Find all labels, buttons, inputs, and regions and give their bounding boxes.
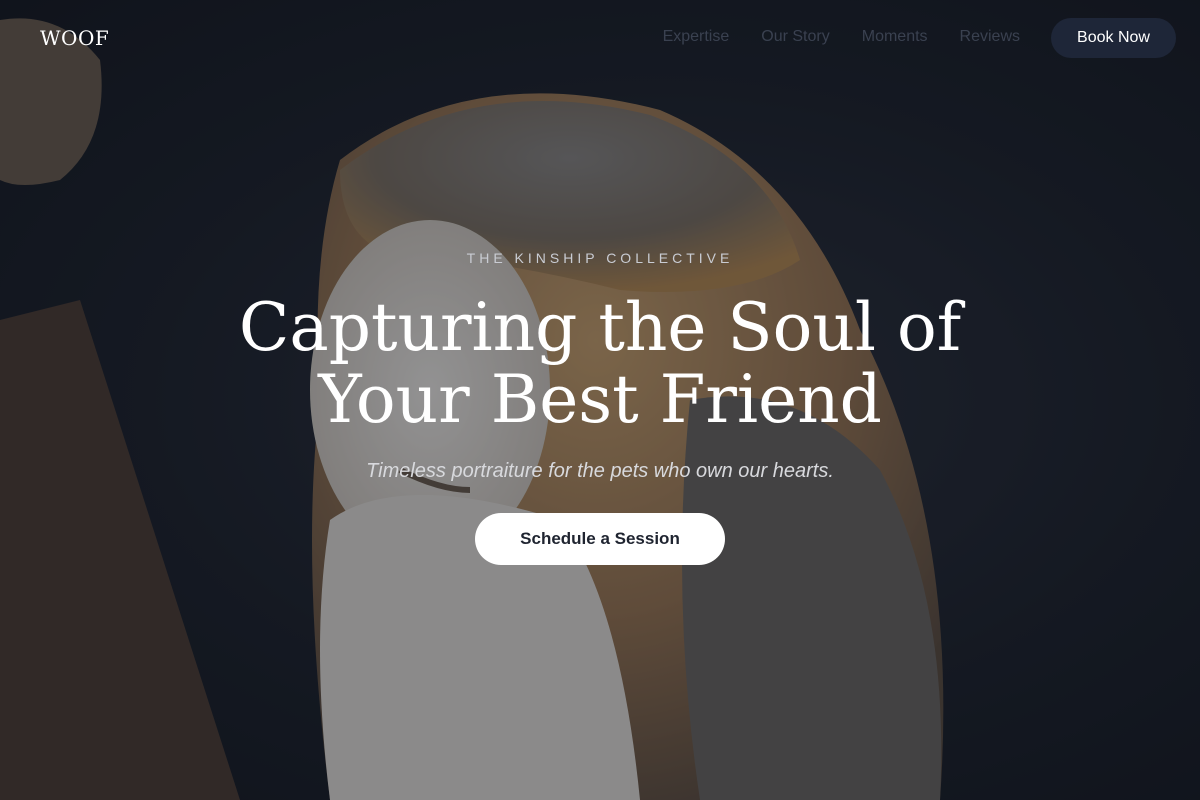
hero-section: WOOF Expertise Our Story Moments Reviews… <box>0 0 1200 800</box>
nav-link-reviews[interactable]: Reviews <box>960 28 1020 46</box>
book-now-button[interactable]: Book Now <box>1051 18 1176 58</box>
hero-eyebrow: THE KINSHIP COLLECTIVE <box>466 250 734 266</box>
nav-link-expertise[interactable]: Expertise <box>663 28 730 46</box>
nav-link-moments[interactable]: Moments <box>862 28 928 46</box>
hero-content: THE KINSHIP COLLECTIVE Capturing the Sou… <box>0 250 1200 565</box>
hero-subtitle: Timeless portraiture for the pets who ow… <box>366 460 834 482</box>
site-header: WOOF Expertise Our Story Moments Reviews… <box>0 0 1200 76</box>
main-nav: Expertise Our Story Moments Reviews <box>663 28 1020 46</box>
hero-headline: Capturing the Soul of Your Best Friend <box>238 289 962 438</box>
brand-logo[interactable]: WOOF <box>40 26 109 50</box>
nav-link-our-story[interactable]: Our Story <box>761 28 829 46</box>
schedule-session-button[interactable]: Schedule a Session <box>475 513 725 565</box>
